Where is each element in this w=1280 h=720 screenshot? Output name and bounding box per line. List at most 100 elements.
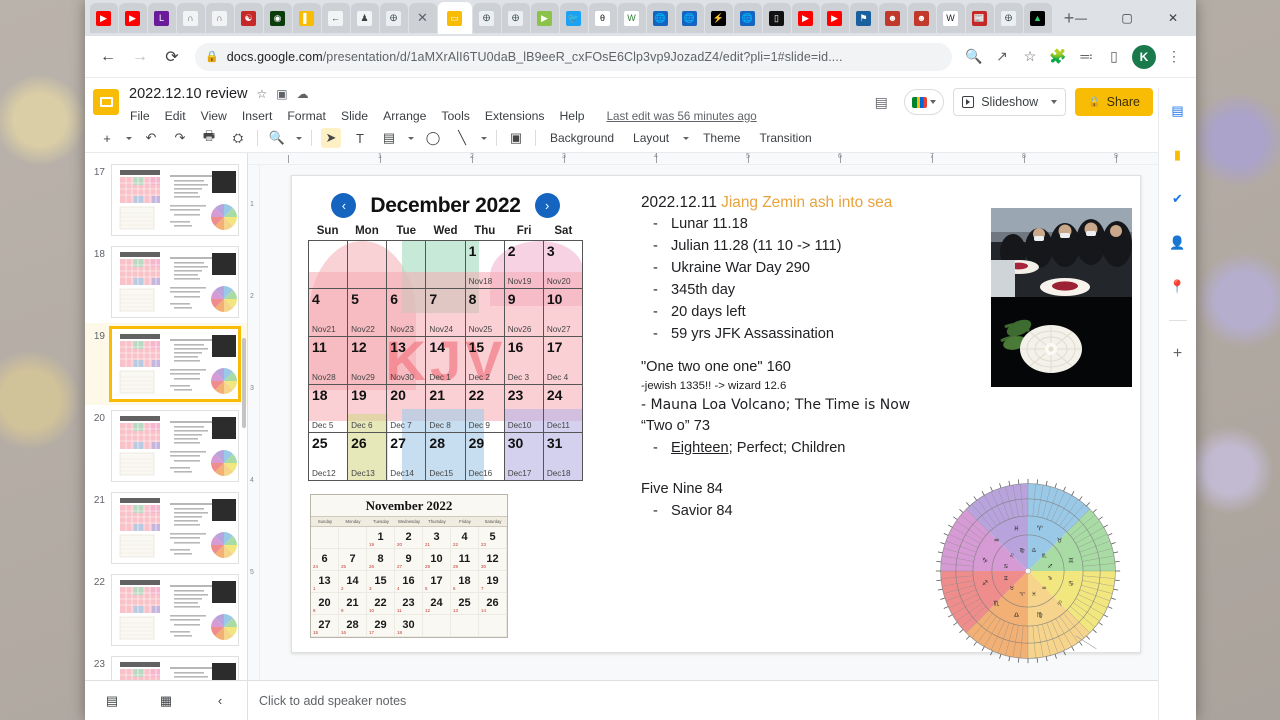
menu-format[interactable]: Format bbox=[286, 107, 327, 125]
december-day-cell[interactable]: 21 Dec 8 bbox=[426, 385, 466, 433]
december-day-cell[interactable]: 5 Nov22 bbox=[348, 289, 388, 337]
insert-image-dropdown[interactable] bbox=[408, 136, 414, 140]
december-day-cell[interactable]: 31 Dec18 bbox=[543, 433, 583, 481]
move-to-folder-icon[interactable]: ▣ bbox=[276, 87, 287, 101]
december-day-cell[interactable]: 25 Dec12 bbox=[309, 433, 349, 481]
face-tab-1[interactable]: ☻ bbox=[878, 3, 907, 33]
december-day-cell[interactable]: 19 Dec 6 bbox=[348, 385, 388, 433]
yinyang-tab[interactable]: ☯ bbox=[234, 3, 263, 33]
december-day-cell[interactable]: 29 Dec16 bbox=[465, 433, 505, 481]
november-day-cell[interactable] bbox=[451, 615, 479, 637]
cloud-saved-icon[interactable]: ☁ bbox=[297, 87, 309, 101]
back-button[interactable]: ← bbox=[93, 42, 123, 72]
november-day-cell[interactable]: 3 21 bbox=[423, 527, 451, 549]
close-window-button[interactable]: ✕ bbox=[1150, 0, 1196, 36]
slide-thumbnail[interactable] bbox=[111, 574, 239, 646]
menu-file[interactable]: File bbox=[129, 107, 151, 125]
line-dropdown[interactable] bbox=[481, 136, 487, 140]
slides-logo-icon[interactable] bbox=[93, 89, 119, 115]
reading-list-icon[interactable]: ≕ bbox=[1072, 43, 1100, 71]
comment-history-icon[interactable]: ▤ bbox=[867, 88, 895, 116]
background-button[interactable]: Background bbox=[545, 129, 619, 147]
collapse-filmstrip-button[interactable]: ‹ bbox=[193, 693, 247, 708]
select-tool-button[interactable]: ➤ bbox=[321, 128, 341, 148]
november-day-cell[interactable]: 20 8 bbox=[311, 593, 339, 615]
arc-tab-2[interactable]: ∩ bbox=[205, 3, 234, 33]
menu-slide[interactable]: Slide bbox=[340, 107, 369, 125]
blue-globe-tab-3[interactable]: 🌐 bbox=[733, 3, 762, 33]
page-title[interactable]: 2022.12.10 review bbox=[129, 86, 248, 102]
slides-tab-active[interactable]: ▭ bbox=[437, 2, 472, 34]
youtube-tab-1[interactable]: ▶ bbox=[89, 3, 118, 33]
filmstrip-slide-23[interactable]: 23 bbox=[85, 651, 247, 680]
blue-globe-tab-1[interactable]: 🌐 bbox=[646, 3, 675, 33]
calendar-icon[interactable]: ▤ bbox=[1167, 100, 1189, 122]
w-tab-green[interactable]: W bbox=[617, 3, 646, 33]
december-day-cell[interactable]: 27 Dec14 bbox=[387, 433, 427, 481]
november-day-cell[interactable]: 26 14 bbox=[479, 593, 507, 615]
slideshow-button[interactable]: Slideshow bbox=[953, 88, 1067, 116]
slide-thumbnail[interactable] bbox=[111, 410, 239, 482]
grid-view-button[interactable]: ▦ bbox=[139, 693, 193, 709]
december-day-cell[interactable]: 15 Dec 2 bbox=[465, 337, 505, 385]
youtube-tab-4[interactable]: ▶ bbox=[820, 3, 849, 33]
contacts-icon[interactable]: 👤 bbox=[1167, 232, 1189, 254]
slide-filmstrip[interactable]: 17 18 19 20 21 22 23 bbox=[85, 153, 248, 680]
december-day-cell[interactable]: 23 Dec10 bbox=[504, 385, 544, 433]
zodiac-color-wheel-image[interactable]: ♈ ♎ ♉ ♏ ♊ ♐ ♋ ♑ ♌ ♒ ♍ ♓ ♎ ♈ ♏ ♉ ♐ ♊ ♑ ♋ ♒ ♌ ♓ ♍ bbox=[933, 476, 1123, 666]
slide-thumbnail[interactable] bbox=[111, 164, 239, 236]
share-icon[interactable]: ↗ bbox=[988, 43, 1016, 71]
add-comment-button[interactable]: ▣ bbox=[506, 128, 526, 148]
november-day-cell[interactable]: 4 22 bbox=[451, 527, 479, 549]
november-day-cell[interactable]: 18 6 bbox=[451, 571, 479, 593]
slide-canvas[interactable]: ‹ December 2022 › Sun Mon Tue Wed Thu Fri Sat … bbox=[291, 175, 1141, 664]
december-day-cell[interactable] bbox=[348, 241, 388, 289]
filmstrip-slide-21[interactable]: 21 bbox=[85, 487, 247, 569]
globe-tab-2[interactable]: 🜨 bbox=[472, 3, 501, 33]
november-day-cell[interactable] bbox=[423, 615, 451, 637]
face-tab-2[interactable]: ☻ bbox=[907, 3, 936, 33]
december-day-cell[interactable]: 16 Dec 3 bbox=[504, 337, 544, 385]
filmstrip-slide-20[interactable]: 20 bbox=[85, 405, 247, 487]
filmstrip-slide-22[interactable]: 22 bbox=[85, 569, 247, 651]
paint-format-button[interactable]: ⛭ bbox=[228, 128, 248, 148]
november-day-cell[interactable]: 16 4 bbox=[395, 571, 423, 593]
november-day-cell[interactable]: 25 13 bbox=[451, 593, 479, 615]
bookmark-star-icon[interactable]: ☆ bbox=[1016, 43, 1044, 71]
globe-tab-1[interactable]: 🜨 bbox=[379, 3, 408, 33]
address-bar[interactable]: 🔒 docs.google.com/presentation/d/1aMXrAl… bbox=[195, 42, 952, 71]
december-day-cell[interactable]: 13 Nov30 bbox=[387, 337, 427, 385]
arrow-tab[interactable]: ← bbox=[321, 3, 350, 33]
december-day-cell[interactable]: 12 Nov29 bbox=[348, 337, 388, 385]
new-slide-dropdown[interactable] bbox=[126, 136, 132, 140]
december-day-cell[interactable]: 14 Dec 1 bbox=[426, 337, 466, 385]
print-button[interactable]: 🖶 bbox=[199, 128, 219, 148]
slide-thumbnail[interactable] bbox=[109, 326, 241, 402]
globe-tab-4[interactable]: 🜨 bbox=[994, 3, 1023, 33]
november-day-cell[interactable]: 2 20 bbox=[395, 527, 423, 549]
twitter-tab[interactable]: 🐦 bbox=[559, 3, 588, 33]
flag-tab[interactable]: ⚑ bbox=[849, 3, 878, 33]
globe-tab-3[interactable]: 🜨 bbox=[501, 3, 530, 33]
november-day-cell[interactable]: 13 1 bbox=[311, 571, 339, 593]
lightning-tab[interactable]: ⚡ bbox=[704, 3, 733, 33]
slide-thumbnail[interactable] bbox=[111, 246, 239, 318]
november-day-cell[interactable]: 9 27 bbox=[395, 549, 423, 571]
new-slide-button[interactable]: + bbox=[97, 128, 117, 148]
november-day-cell[interactable] bbox=[339, 527, 367, 549]
funeral-mourners-photo[interactable] bbox=[991, 208, 1132, 297]
theta-tab[interactable]: θ bbox=[588, 3, 617, 33]
november-day-cell[interactable] bbox=[311, 527, 339, 549]
december-day-cell[interactable]: 8 Nov25 bbox=[465, 289, 505, 337]
november-day-cell[interactable]: 17 5 bbox=[423, 571, 451, 593]
shape-button[interactable]: ◯ bbox=[423, 128, 443, 148]
maps-icon[interactable]: 📍 bbox=[1167, 276, 1189, 298]
forward-button[interactable]: → bbox=[125, 42, 155, 72]
december-day-cell[interactable]: 28 Dec15 bbox=[426, 433, 466, 481]
meet-button[interactable] bbox=[904, 89, 945, 115]
december-day-cell[interactable] bbox=[387, 241, 427, 289]
december-day-cell[interactable]: 4 Nov21 bbox=[309, 289, 349, 337]
menu-arrange[interactable]: Arrange bbox=[382, 107, 427, 125]
filmstrip-slide-17[interactable]: 17 bbox=[85, 159, 247, 241]
november-day-cell[interactable]: 6 24 bbox=[311, 549, 339, 571]
